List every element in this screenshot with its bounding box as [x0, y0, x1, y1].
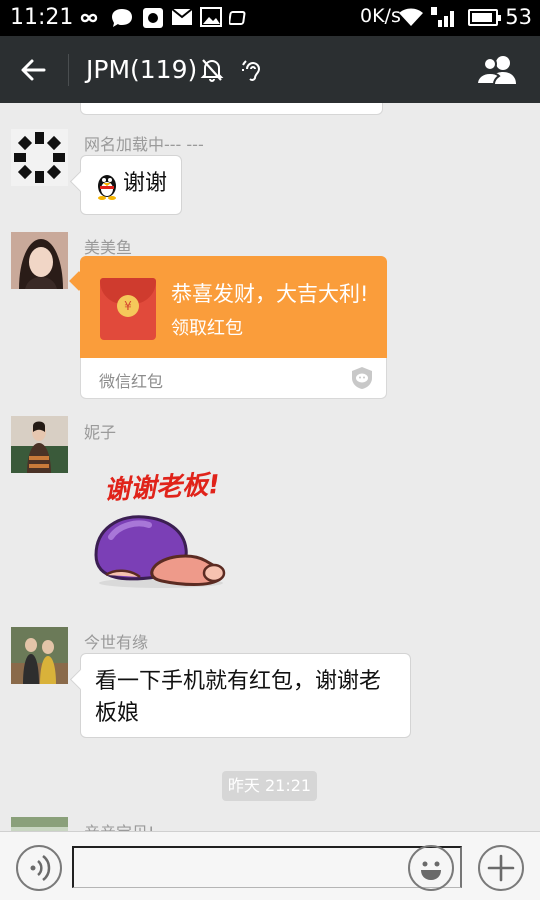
avatar[interactable] — [11, 129, 68, 186]
title-divider — [68, 54, 69, 86]
earpiece-mode-icon — [242, 60, 261, 81]
status-bar: 11:21 0K/s 53 — [0, 0, 540, 36]
smiley-icon — [421, 861, 441, 880]
group-members-icon[interactable] — [476, 54, 518, 86]
red-envelope-icon: ¥ — [100, 278, 156, 340]
message-input-bar — [0, 831, 540, 900]
red-packet-card[interactable]: ¥ 恭喜发财，大吉大利! 领取红包 微信红包 — [80, 256, 387, 399]
plus-icon — [487, 854, 515, 882]
voice-wave-icon — [30, 855, 51, 881]
avatar-image — [11, 232, 68, 289]
sender-name: 美美鱼 — [84, 238, 133, 257]
sender-name: 网名加载中--- --- — [84, 135, 204, 154]
sticker-caption: 谢谢老板! — [103, 469, 221, 507]
group-title: JPM(119) — [86, 55, 198, 84]
network-speed: 0K/s — [360, 5, 401, 27]
red-packet-action: 领取红包 — [171, 318, 243, 339]
mail-icon — [171, 8, 193, 25]
time-divider: 昨天 21:21 — [222, 771, 317, 801]
red-packet-footer-label: 微信红包 — [99, 372, 164, 391]
sender-name: 亲亲宝贝! — [84, 819, 154, 831]
wifi-icon — [399, 8, 423, 26]
bowing-character-sticker — [94, 515, 226, 588]
gallery-icon — [200, 7, 222, 27]
avatar[interactable] — [11, 416, 68, 473]
red-packet-greeting: 恭喜发财，大吉大利! — [171, 282, 369, 306]
message-text-input[interactable] — [72, 846, 462, 888]
previous-message-bubble[interactable] — [80, 103, 383, 115]
signal-icon — [431, 7, 454, 27]
avatar-image — [11, 129, 68, 186]
tablet-icon — [229, 11, 246, 25]
avatar[interactable] — [11, 232, 68, 289]
battery-percent: 53 — [505, 5, 532, 29]
avatar[interactable] — [11, 627, 68, 684]
avatar-image — [11, 627, 68, 684]
red-packet-body[interactable]: ¥ 恭喜发财，大吉大利! 领取红包 — [80, 256, 387, 358]
message-bubble[interactable]: 谢谢 — [80, 155, 183, 215]
app-icon — [143, 8, 163, 28]
emoji-button[interactable] — [408, 845, 454, 891]
avatar-image — [11, 817, 68, 831]
message-text: 看一下手机就有红包，谢谢老板娘 — [95, 669, 382, 726]
message-bubble[interactable]: 看一下手机就有红包，谢谢老板娘 — [80, 653, 411, 738]
chat-title-bar: JPM(119) — [0, 36, 540, 103]
avatar-image — [11, 416, 68, 473]
chat-bubble-icon — [112, 9, 132, 27]
sender-name: 今世有缘 — [84, 633, 149, 652]
infinity-icon — [80, 13, 98, 23]
red-packet-footer: 微信红包 — [80, 358, 387, 399]
mute-bell-icon — [200, 59, 224, 82]
voice-input-button[interactable] — [16, 845, 62, 891]
message-list[interactable]: 网名加载中--- --- 谢谢 美美鱼 ¥ 恭喜发财，大吉大利! 领取红包 微信… — [0, 103, 540, 831]
sender-name: 妮子 — [84, 423, 117, 442]
more-options-button[interactable] — [478, 845, 524, 891]
status-time: 11:21 — [10, 5, 74, 30]
sticker-message[interactable]: 谢谢老板! — [86, 459, 256, 589]
wechat-shield-icon — [352, 367, 372, 389]
battery-icon — [468, 9, 501, 26]
back-arrow-icon[interactable] — [14, 50, 54, 90]
avatar[interactable] — [11, 817, 68, 831]
qq-penguin-icon — [98, 175, 116, 200]
message-text: 谢谢 — [123, 171, 168, 196]
